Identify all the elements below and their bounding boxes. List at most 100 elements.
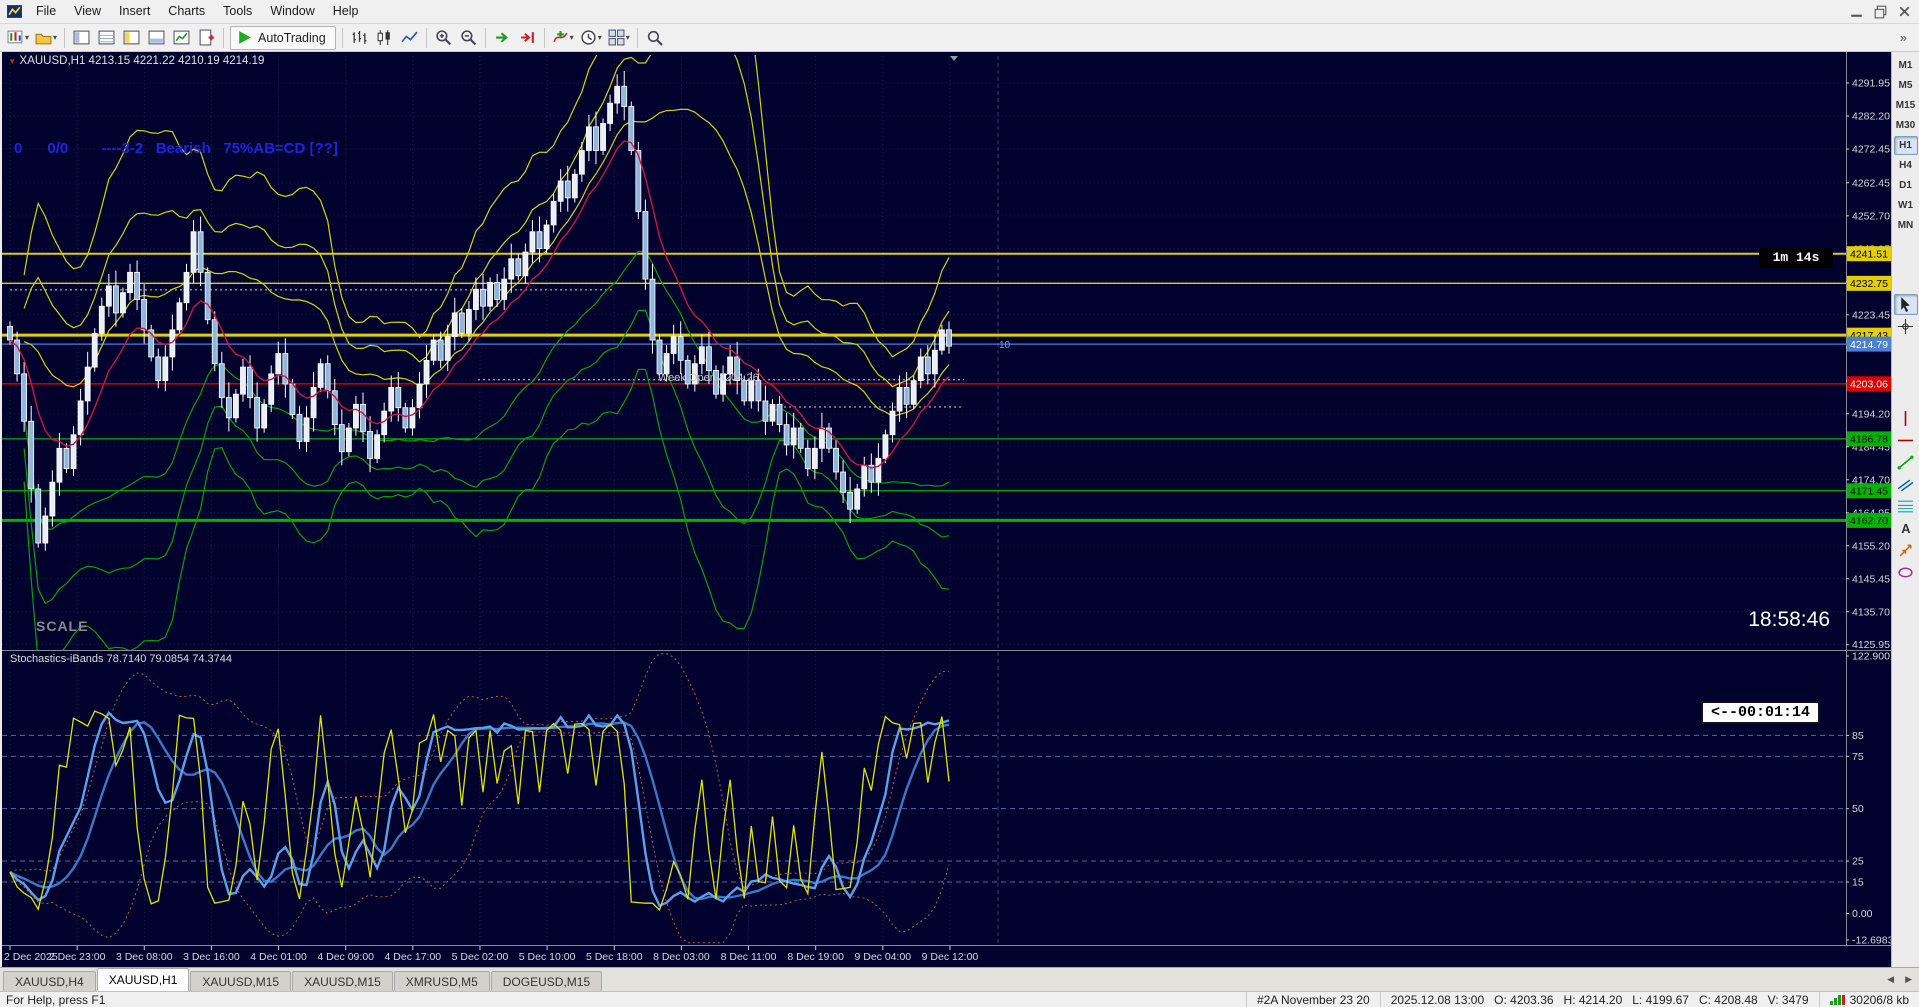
- trendline-tool[interactable]: [1894, 452, 1918, 473]
- channel-tool[interactable]: [1894, 474, 1918, 495]
- chart-tab-xauusd-m15[interactable]: XAUUSD,M15: [292, 971, 393, 991]
- ellipse-tool[interactable]: [1894, 562, 1918, 583]
- window-close-button[interactable]: [1893, 3, 1915, 21]
- dropdown-caret-icon: ▾: [597, 33, 602, 42]
- timeframe-m15-button[interactable]: M15: [1894, 96, 1918, 115]
- line-chart-button[interactable]: [397, 26, 422, 50]
- profiles-button[interactable]: ▾: [32, 26, 60, 50]
- clock-display: 18:58:46: [1748, 608, 1830, 631]
- timeframe-w1-button[interactable]: W1: [1894, 196, 1918, 215]
- toolbar-overflow-button[interactable]: »: [1894, 28, 1913, 47]
- status-journal-text: #2A November 23 20: [1245, 992, 1380, 1007]
- strategy-tester-button[interactable]: [169, 26, 194, 50]
- autotrading-label: AutoTrading: [258, 30, 326, 45]
- chart-tab-xauusd-m15[interactable]: XAUUSD,M15: [190, 971, 292, 991]
- search-button[interactable]: [642, 26, 667, 50]
- zoom-in-button[interactable]: [431, 26, 456, 50]
- candle-countdown-badge: 1m 14s: [1759, 248, 1833, 268]
- timeframe-h4-button[interactable]: H4: [1894, 156, 1918, 175]
- timeframe-h1-button[interactable]: H1: [1893, 136, 1918, 155]
- toolbar-separator: [341, 27, 343, 48]
- horizontal-line-tool[interactable]: [1894, 430, 1918, 451]
- new-order-button[interactable]: [194, 26, 219, 50]
- status-connection: 30206/8 kb: [1818, 992, 1919, 1007]
- auto-scroll-button[interactable]: [490, 26, 515, 50]
- timeframe-d1-button[interactable]: D1: [1894, 176, 1918, 195]
- menu-items: File View Insert Charts Tools Window Help: [27, 0, 368, 23]
- market-watch-button[interactable]: [69, 26, 94, 50]
- scale-label: SCALE: [36, 618, 89, 634]
- timeframe-toolbar: M1 M5 M15 M30 H1 H4 D1 W1 MN A: [1891, 52, 1919, 967]
- window-minimize-button[interactable]: [1845, 3, 1867, 21]
- zoom-out-button[interactable]: [456, 26, 481, 50]
- chart-tab-xmrusd-m5[interactable]: XMRUSD,M5: [393, 971, 490, 991]
- toolbar-separator: [64, 27, 66, 48]
- crosshair-tool[interactable]: [1894, 316, 1918, 337]
- terminal-button[interactable]: [144, 26, 169, 50]
- navigator-button[interactable]: [119, 26, 144, 50]
- week-open-label: Week Open 4204.26: [658, 372, 759, 384]
- timeframe-mn-button[interactable]: MN: [1894, 216, 1918, 235]
- autotrading-button[interactable]: AutoTrading: [230, 25, 336, 50]
- status-right-cluster: #2A November 23 20 2025.12.08 13:00 O: 4…: [1245, 992, 1919, 1007]
- fibonacci-tool[interactable]: [1894, 496, 1918, 517]
- chart-title: ▾ XAUUSD,H1 4213.15 4221.22 4210.19 4214…: [10, 55, 264, 67]
- menu-tools[interactable]: Tools: [214, 0, 261, 23]
- bar-chart-button[interactable]: [347, 26, 372, 50]
- menu-insert[interactable]: Insert: [110, 0, 159, 23]
- candlestick-chart-button[interactable]: [372, 26, 397, 50]
- chart-title-text: XAUUSD,H1 4213.15 4221.22 4210.19 4214.1…: [19, 55, 265, 67]
- menu-bar: File View Insert Charts Tools Window Help: [0, 0, 1919, 24]
- window-controls: [1845, 3, 1915, 21]
- time-axis[interactable]: [2, 946, 1846, 967]
- status-connection-text: 30206/8 kb: [1849, 992, 1909, 1007]
- toolbar-separator: [484, 27, 486, 48]
- data-window-button[interactable]: [94, 26, 119, 50]
- chart-tab-xauusd-h1[interactable]: XAUUSD,H1: [96, 968, 190, 991]
- chart-tab-dogeusd-m15[interactable]: DOGEUSD,M15: [490, 971, 603, 991]
- cursor-tool[interactable]: [1893, 294, 1918, 315]
- status-help-text: For Help, press F1: [6, 992, 106, 1007]
- menu-charts[interactable]: Charts: [159, 0, 214, 23]
- tab-scroll-left-button[interactable]: ◀: [1883, 972, 1898, 987]
- shift-bars-label: 10: [999, 340, 1011, 351]
- timeframe-m5-button[interactable]: M5: [1894, 76, 1918, 95]
- status-bar-info: 2025.12.08 13:00 O: 4203.36 H: 4214.20 L…: [1379, 992, 1819, 1007]
- menu-view[interactable]: View: [65, 0, 110, 23]
- chart-window: 4291.954282.204272.454262.454252.704242.…: [2, 52, 1891, 967]
- timeframe-m30-button[interactable]: M30: [1894, 116, 1918, 135]
- chart-tab-bar: XAUUSD,H4 XAUUSD,H1 XAUUSD,M15 XAUUSD,M15 XM…: [0, 967, 1919, 991]
- menu-file[interactable]: File: [27, 0, 65, 23]
- timeframe-m1-button[interactable]: M1: [1894, 56, 1918, 75]
- chart-shift-button[interactable]: [515, 26, 540, 50]
- chart-tab-xauusd-h4[interactable]: XAUUSD,H4: [3, 971, 96, 991]
- panel-splitter[interactable]: [2, 648, 1846, 653]
- toolbar-separator: [636, 27, 638, 48]
- indicator-title: Stochastics-iBands 78.7140 79.0854 74.37…: [10, 653, 232, 665]
- menu-window[interactable]: Window: [261, 0, 323, 23]
- dropdown-caret-icon: ▾: [25, 33, 30, 42]
- tab-scroll-right-button[interactable]: ▶: [1901, 972, 1916, 987]
- app-logo-icon: [6, 3, 23, 20]
- toolbar-separator: [425, 27, 427, 48]
- chart-symbol-icon: ▾: [10, 55, 15, 66]
- toolbar-separator: [223, 27, 225, 48]
- window-restore-button[interactable]: [1869, 3, 1891, 21]
- text-tool[interactable]: A: [1894, 518, 1918, 539]
- connection-signal-icon: [1829, 994, 1845, 1005]
- chart-canvas[interactable]: 4291.954282.204272.454262.454252.704242.…: [2, 52, 1891, 967]
- new-chart-button[interactable]: ▾: [4, 26, 32, 50]
- indicator-countdown-badge: <--00:01:14: [1701, 701, 1821, 724]
- periods-button[interactable]: ▾: [577, 26, 605, 50]
- vertical-line-tool[interactable]: [1894, 408, 1918, 429]
- harmonic-pattern-annotation: 0 0/0 ----3-2 Bearish 75%AB=CD [??]: [14, 140, 338, 157]
- menu-help[interactable]: Help: [324, 0, 368, 23]
- price-axis[interactable]: [1846, 52, 1891, 946]
- svg-text:A: A: [1901, 521, 1910, 536]
- indicators-button[interactable]: ▾: [549, 26, 577, 50]
- dropdown-caret-icon: ▾: [569, 33, 574, 42]
- arrows-tool[interactable]: [1894, 540, 1918, 561]
- toolbar: ▾ ▾ AutoTrading ▾ ▾ ▾ »: [0, 24, 1919, 52]
- templates-button[interactable]: ▾: [605, 26, 633, 50]
- mt4-window: File View Insert Charts Tools Window Help ▾ ▾ Au…: [0, 0, 1919, 1007]
